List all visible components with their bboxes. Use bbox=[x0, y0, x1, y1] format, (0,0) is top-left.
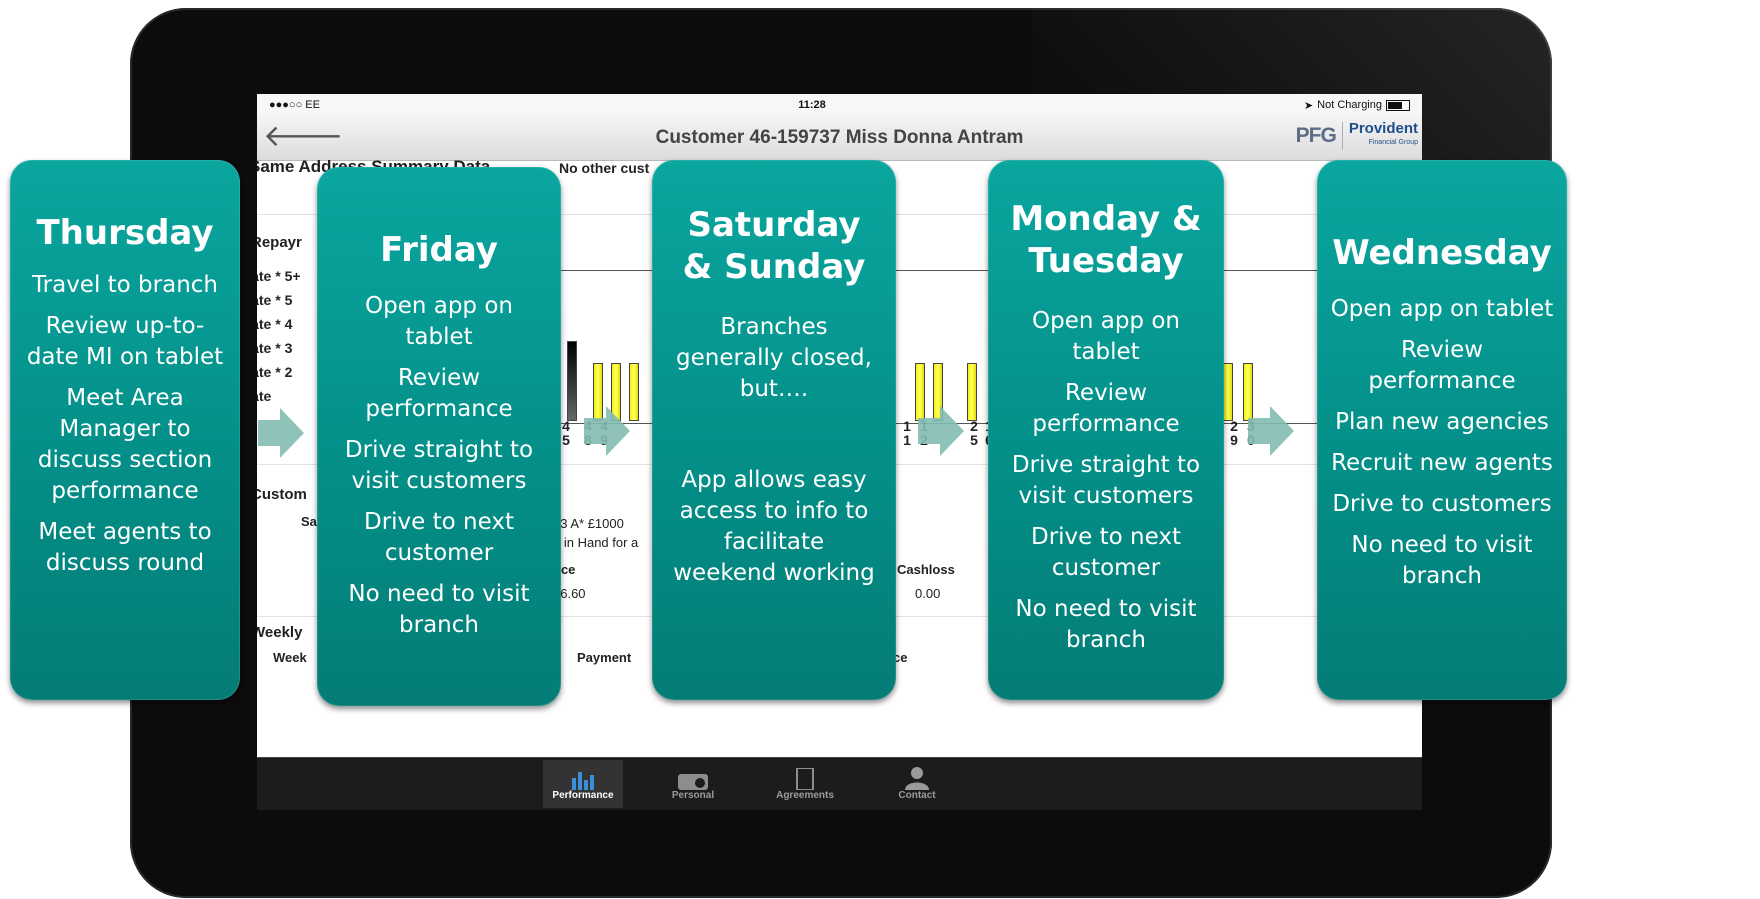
card-item: Review up-to-date MI on tablet bbox=[26, 313, 224, 370]
rate-label: Rate * 4 bbox=[257, 316, 293, 332]
column-cashloss: Cashloss bbox=[897, 562, 955, 577]
rate-label: Rate * 3 bbox=[257, 340, 293, 356]
card-item: Meet Area Manager to discuss section per… bbox=[37, 385, 213, 504]
charging-status: Not Charging bbox=[1317, 99, 1382, 111]
card-monday-tuesday: Monday & Tuesday Open app on tablet Revi… bbox=[988, 160, 1224, 700]
navigation-bar: 🡐 Customer 46-159737 Miss Donna Antram P… bbox=[257, 116, 1422, 161]
arrow-right-icon bbox=[918, 406, 964, 456]
card-item: Drive to next customer bbox=[364, 509, 514, 566]
card-wednesday: Wednesday Open app on tablet Review perf… bbox=[1317, 160, 1567, 700]
wallet-icon bbox=[678, 774, 708, 790]
arrow-right-icon bbox=[258, 408, 304, 458]
axis-tick-label: 45 bbox=[562, 418, 570, 448]
card-title: Friday bbox=[380, 230, 498, 270]
repayment-heading: Repayr bbox=[257, 234, 302, 251]
card-item: No need to visit branch bbox=[1351, 532, 1533, 589]
chart-bar bbox=[967, 363, 977, 421]
card-item: Drive straight to visit customers bbox=[344, 437, 534, 494]
tab-performance[interactable]: Performance bbox=[543, 760, 623, 808]
card-list: Branches generally closed, but…. App all… bbox=[652, 312, 896, 589]
back-arrow-icon[interactable]: 🡐 bbox=[263, 122, 343, 152]
card-thursday: Thursday Travel to branch Review up-to-d… bbox=[10, 160, 240, 700]
weekly-heading: Weekly bbox=[257, 624, 303, 641]
person-icon bbox=[905, 767, 929, 790]
fragment-1: 93 A* £1000 bbox=[553, 516, 624, 531]
carrier-label: ●●●○○ EE bbox=[269, 99, 320, 111]
tab-agreements[interactable]: Agreements bbox=[765, 760, 845, 808]
axis-tick-label: 29 bbox=[1230, 418, 1238, 448]
card-title: Thursday bbox=[36, 213, 214, 253]
arrow-right-icon bbox=[584, 406, 630, 456]
payment-label: Payment bbox=[577, 650, 632, 665]
card-item: Open app on tablet bbox=[365, 293, 513, 350]
weekly-sub: Week bbox=[273, 650, 307, 665]
card-list: Open app on tablet Review performance Dr… bbox=[317, 291, 561, 641]
card-saturday-sunday: Saturday & Sunday Branches generally clo… bbox=[652, 160, 896, 700]
rate-label: Rate bbox=[257, 388, 272, 404]
chart-bar bbox=[1223, 363, 1233, 421]
card-friday: Friday Open app on tablet Review perform… bbox=[317, 167, 561, 706]
card-item: Review performance bbox=[365, 365, 513, 422]
card-item: Plan new agencies bbox=[1335, 409, 1549, 435]
arrow-right-icon bbox=[1248, 406, 1294, 456]
page-title: Customer 46-159737 Miss Donna Antram bbox=[655, 127, 1024, 148]
customer-heading: Custom bbox=[257, 486, 307, 503]
axis-tick-label: 25 bbox=[970, 418, 978, 448]
card-list: Open app on tablet Review performance Pl… bbox=[1317, 294, 1567, 592]
status-bar: ●●●○○ EE 11:28 ➤ Not Charging bbox=[257, 94, 1422, 116]
battery-icon bbox=[1386, 99, 1410, 111]
document-icon bbox=[796, 768, 814, 790]
chart-bar bbox=[567, 341, 577, 421]
tab-personal[interactable]: Personal bbox=[653, 760, 733, 808]
card-item: Review performance bbox=[1368, 337, 1516, 394]
card-item: Meet agents to discuss round bbox=[38, 519, 212, 576]
card-title: Wednesday bbox=[1332, 233, 1552, 273]
card-list: Open app on tablet Review performance Dr… bbox=[988, 306, 1224, 656]
card-item: Drive to next customer bbox=[1031, 524, 1181, 581]
card-item: Review performance bbox=[1032, 380, 1180, 437]
card-item: No need to visit branch bbox=[1015, 596, 1197, 653]
tab-bar: Performance Personal Agreements Contact bbox=[257, 757, 1422, 810]
card-item: App allows easy access to info to facili… bbox=[673, 467, 875, 586]
same-address-value: No other cust bbox=[559, 160, 650, 176]
chart-bar bbox=[629, 363, 639, 421]
card-title: Monday & Tuesday bbox=[1010, 199, 1202, 281]
tab-contact[interactable]: Contact bbox=[877, 760, 957, 808]
pfg-logo: PFG Provident Financial Group bbox=[1296, 121, 1418, 150]
clock: 11:28 bbox=[798, 99, 826, 111]
location-icon: ➤ bbox=[1303, 99, 1314, 112]
card-item: No need to visit branch bbox=[348, 581, 530, 638]
bar-chart-icon bbox=[572, 772, 594, 790]
value-cashloss: 0.00 bbox=[915, 586, 941, 601]
rate-label: Rate * 5+ bbox=[257, 268, 301, 284]
card-item: Recruit new agents bbox=[1331, 450, 1553, 476]
card-item: Branches generally closed, but…. bbox=[676, 314, 872, 402]
card-item: Open app on tablet bbox=[1330, 296, 1554, 322]
card-item: Drive to customers bbox=[1332, 491, 1552, 517]
fragment-2: n in Hand for a bbox=[553, 535, 639, 550]
axis-tick-label: 11 bbox=[903, 418, 911, 448]
card-title: Saturday & Sunday bbox=[682, 205, 866, 287]
status-right: ➤ Not Charging bbox=[1304, 99, 1410, 112]
card-item: Open app on tablet bbox=[1032, 308, 1180, 365]
card-item: Travel to branch bbox=[31, 272, 219, 298]
rate-label: Rate * 5 bbox=[257, 292, 293, 308]
card-list: Travel to branch Review up-to-date MI on… bbox=[10, 270, 240, 579]
card-item: Drive straight to visit customers bbox=[1011, 452, 1201, 509]
rate-label: Rate * 2 bbox=[257, 364, 293, 380]
customer-sub: Sa bbox=[301, 514, 317, 529]
